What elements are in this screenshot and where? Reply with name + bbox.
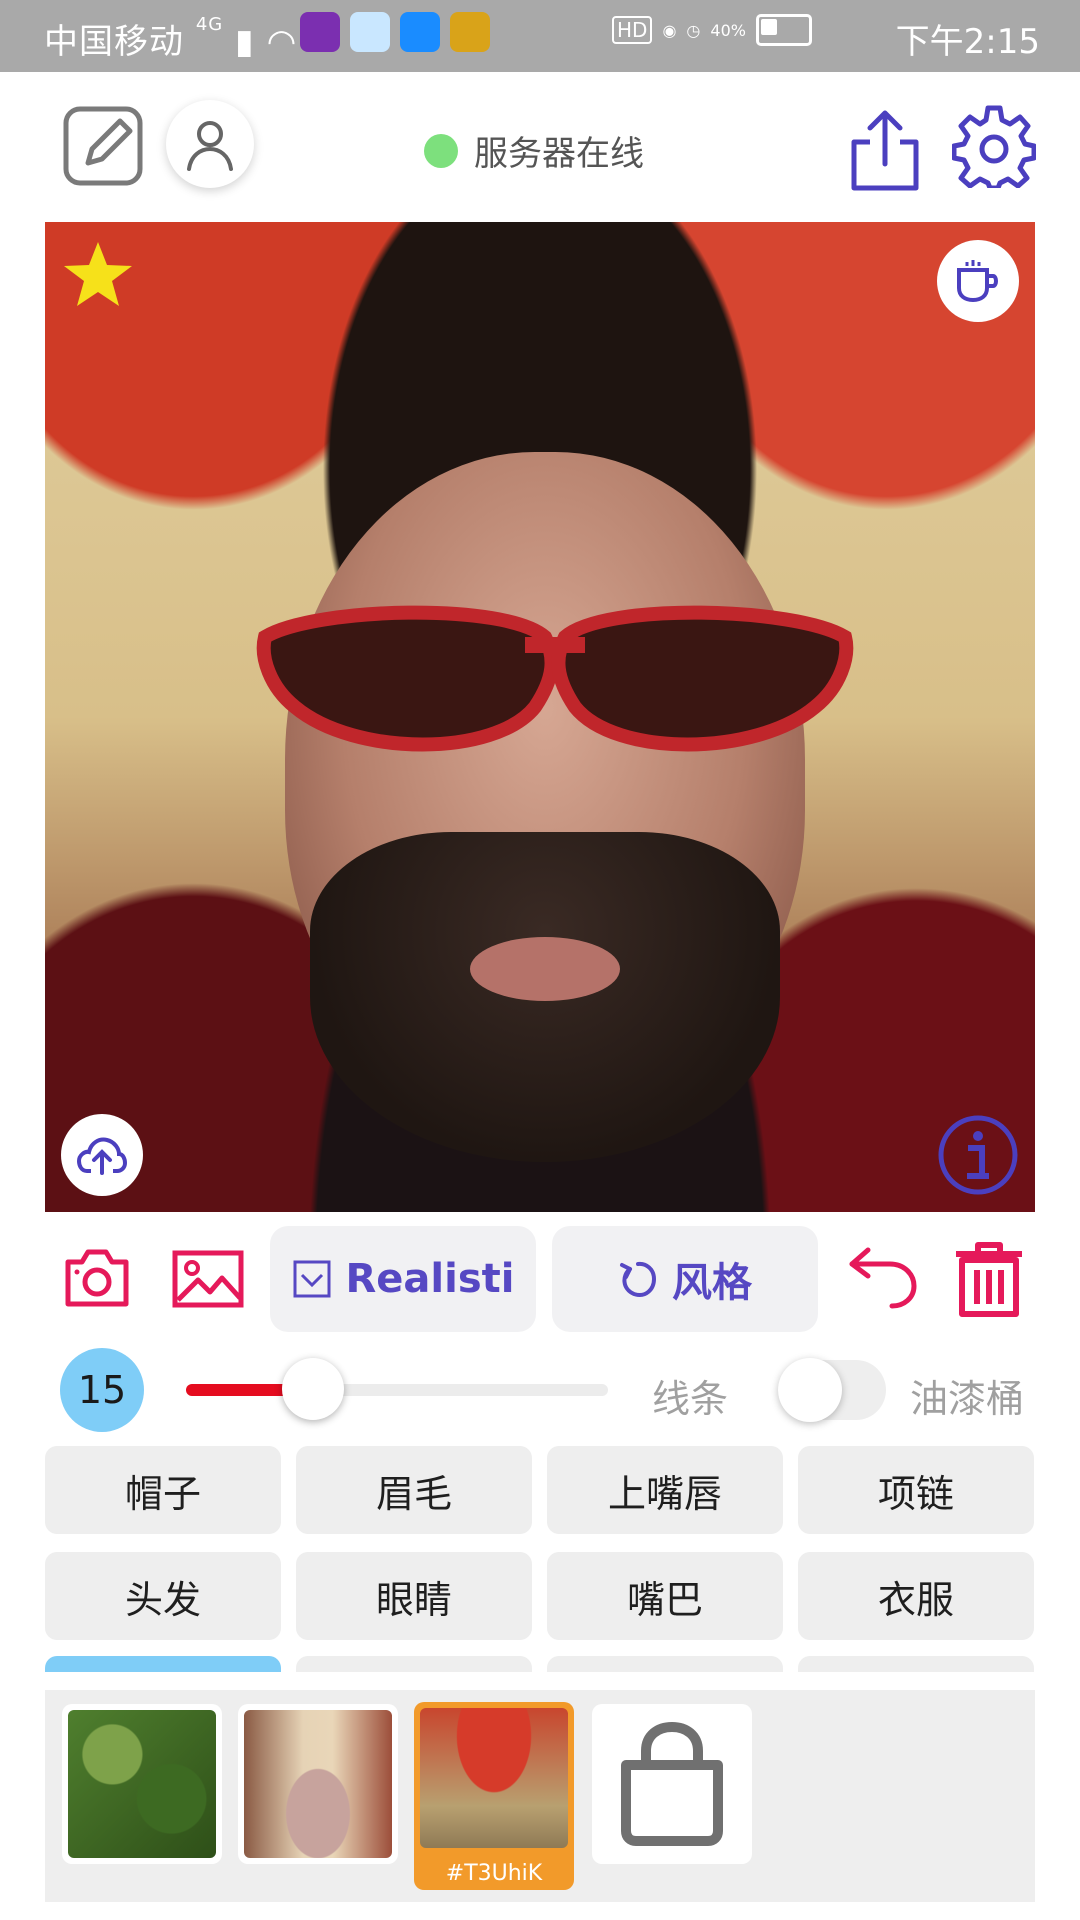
app-notification-icon	[300, 12, 340, 52]
server-status-label: 服务器在线	[474, 134, 644, 174]
category-button[interactable]: 帽子	[45, 1446, 281, 1534]
battery-percent: 40%	[710, 20, 746, 40]
paint-bucket-toggle-knob[interactable]	[778, 1358, 842, 1422]
app-notification-icon	[350, 12, 390, 52]
category-button[interactable]: 衣服	[798, 1552, 1034, 1640]
category-button[interactable]: 嘴巴	[547, 1552, 783, 1640]
camera-icon[interactable]	[64, 1248, 130, 1308]
style-store-button[interactable]	[592, 1704, 752, 1864]
edit-button[interactable]	[62, 105, 144, 187]
status-bar: 中国移动 4G ▮ ◠ HD ◉ ◷ 40% 下午2:15	[0, 0, 1080, 72]
alarm-icon: ◷	[686, 20, 701, 40]
category-button[interactable]	[547, 1656, 783, 1672]
coffee-icon	[957, 260, 998, 303]
server-status-indicator	[424, 133, 458, 168]
paint-bucket-label: 油漆桶	[910, 1377, 1025, 1421]
wifi-icon: ◠	[266, 22, 298, 62]
style-thumbnail-image	[68, 1710, 216, 1858]
category-button[interactable]	[296, 1656, 532, 1672]
profile-button[interactable]	[166, 100, 254, 188]
checkbox-icon	[293, 1260, 330, 1298]
user-icon	[187, 121, 233, 171]
battery-icon	[755, 14, 812, 46]
settings-button[interactable]	[951, 104, 1037, 191]
category-grid: 帽子 眉毛 上嘴唇 项链 头发 眼睛 嘴巴 衣服	[45, 1446, 1035, 1640]
portrait-lips	[470, 937, 620, 1001]
brush-size-badge: 15	[60, 1348, 144, 1432]
photo-canvas[interactable]	[45, 222, 1035, 1212]
brush-size-slider-thumb[interactable]	[281, 1358, 344, 1420]
status-carrier: 中国移动 4G ▮ ◠	[44, 14, 297, 63]
share-button[interactable]	[848, 108, 922, 192]
server-status: 服务器在线	[424, 126, 644, 175]
category-button[interactable]: 眼睛	[296, 1552, 532, 1640]
app-notification-icon	[450, 12, 490, 52]
coffee-button[interactable]	[937, 240, 1019, 322]
shopping-bag-icon	[621, 1721, 723, 1846]
system-indicators: HD ◉ ◷ 40%	[612, 14, 812, 46]
style-thumbnail[interactable]	[238, 1704, 398, 1864]
hd-icon: HD	[612, 16, 653, 44]
category-button[interactable]: 头发	[45, 1552, 281, 1640]
realistic-toggle-button[interactable]: Realisti	[270, 1226, 536, 1332]
style-thumbnail-image	[420, 1708, 568, 1848]
eye-icon: ◉	[662, 20, 677, 40]
network-type: 4G	[195, 14, 224, 35]
notification-icons	[300, 12, 490, 52]
edit-icon	[63, 106, 143, 186]
category-row-partial	[45, 1656, 1035, 1672]
style-tag: #T3UhiK	[445, 1861, 543, 1886]
realistic-label: Realisti	[345, 1256, 515, 1302]
undo-icon[interactable]	[846, 1244, 918, 1310]
favorite-star-icon[interactable]	[61, 238, 135, 312]
carrier-name: 中国移动	[44, 22, 184, 62]
status-time: 下午2:15	[895, 22, 1040, 62]
category-button[interactable]: 上嘴唇	[547, 1446, 783, 1534]
category-button[interactable]: 项链	[798, 1446, 1034, 1534]
trash-icon[interactable]	[952, 1240, 1026, 1320]
gear-icon	[951, 105, 1037, 191]
upload-button[interactable]	[61, 1114, 143, 1196]
category-button[interactable]: 眉毛	[296, 1446, 532, 1534]
cloud-upload-icon	[77, 1137, 127, 1175]
info-icon[interactable]	[937, 1114, 1019, 1196]
style-button[interactable]: 风格	[552, 1226, 818, 1332]
app-notification-icon	[400, 12, 440, 52]
category-button-selected[interactable]	[45, 1656, 281, 1672]
category-button[interactable]	[798, 1656, 1034, 1672]
style-thumbnail[interactable]	[62, 1704, 222, 1864]
share-icon	[851, 110, 919, 191]
style-label: 风格	[672, 1260, 752, 1306]
line-mode-label: 线条	[652, 1377, 729, 1421]
rotate-icon	[620, 1261, 657, 1297]
signal-icon: ▮	[235, 22, 255, 62]
portrait-sunglasses	[256, 605, 854, 752]
style-thumbnail-image	[244, 1710, 392, 1858]
style-thumbnail-selected[interactable]: #T3UhiK	[414, 1702, 574, 1890]
image-icon[interactable]	[172, 1250, 244, 1308]
